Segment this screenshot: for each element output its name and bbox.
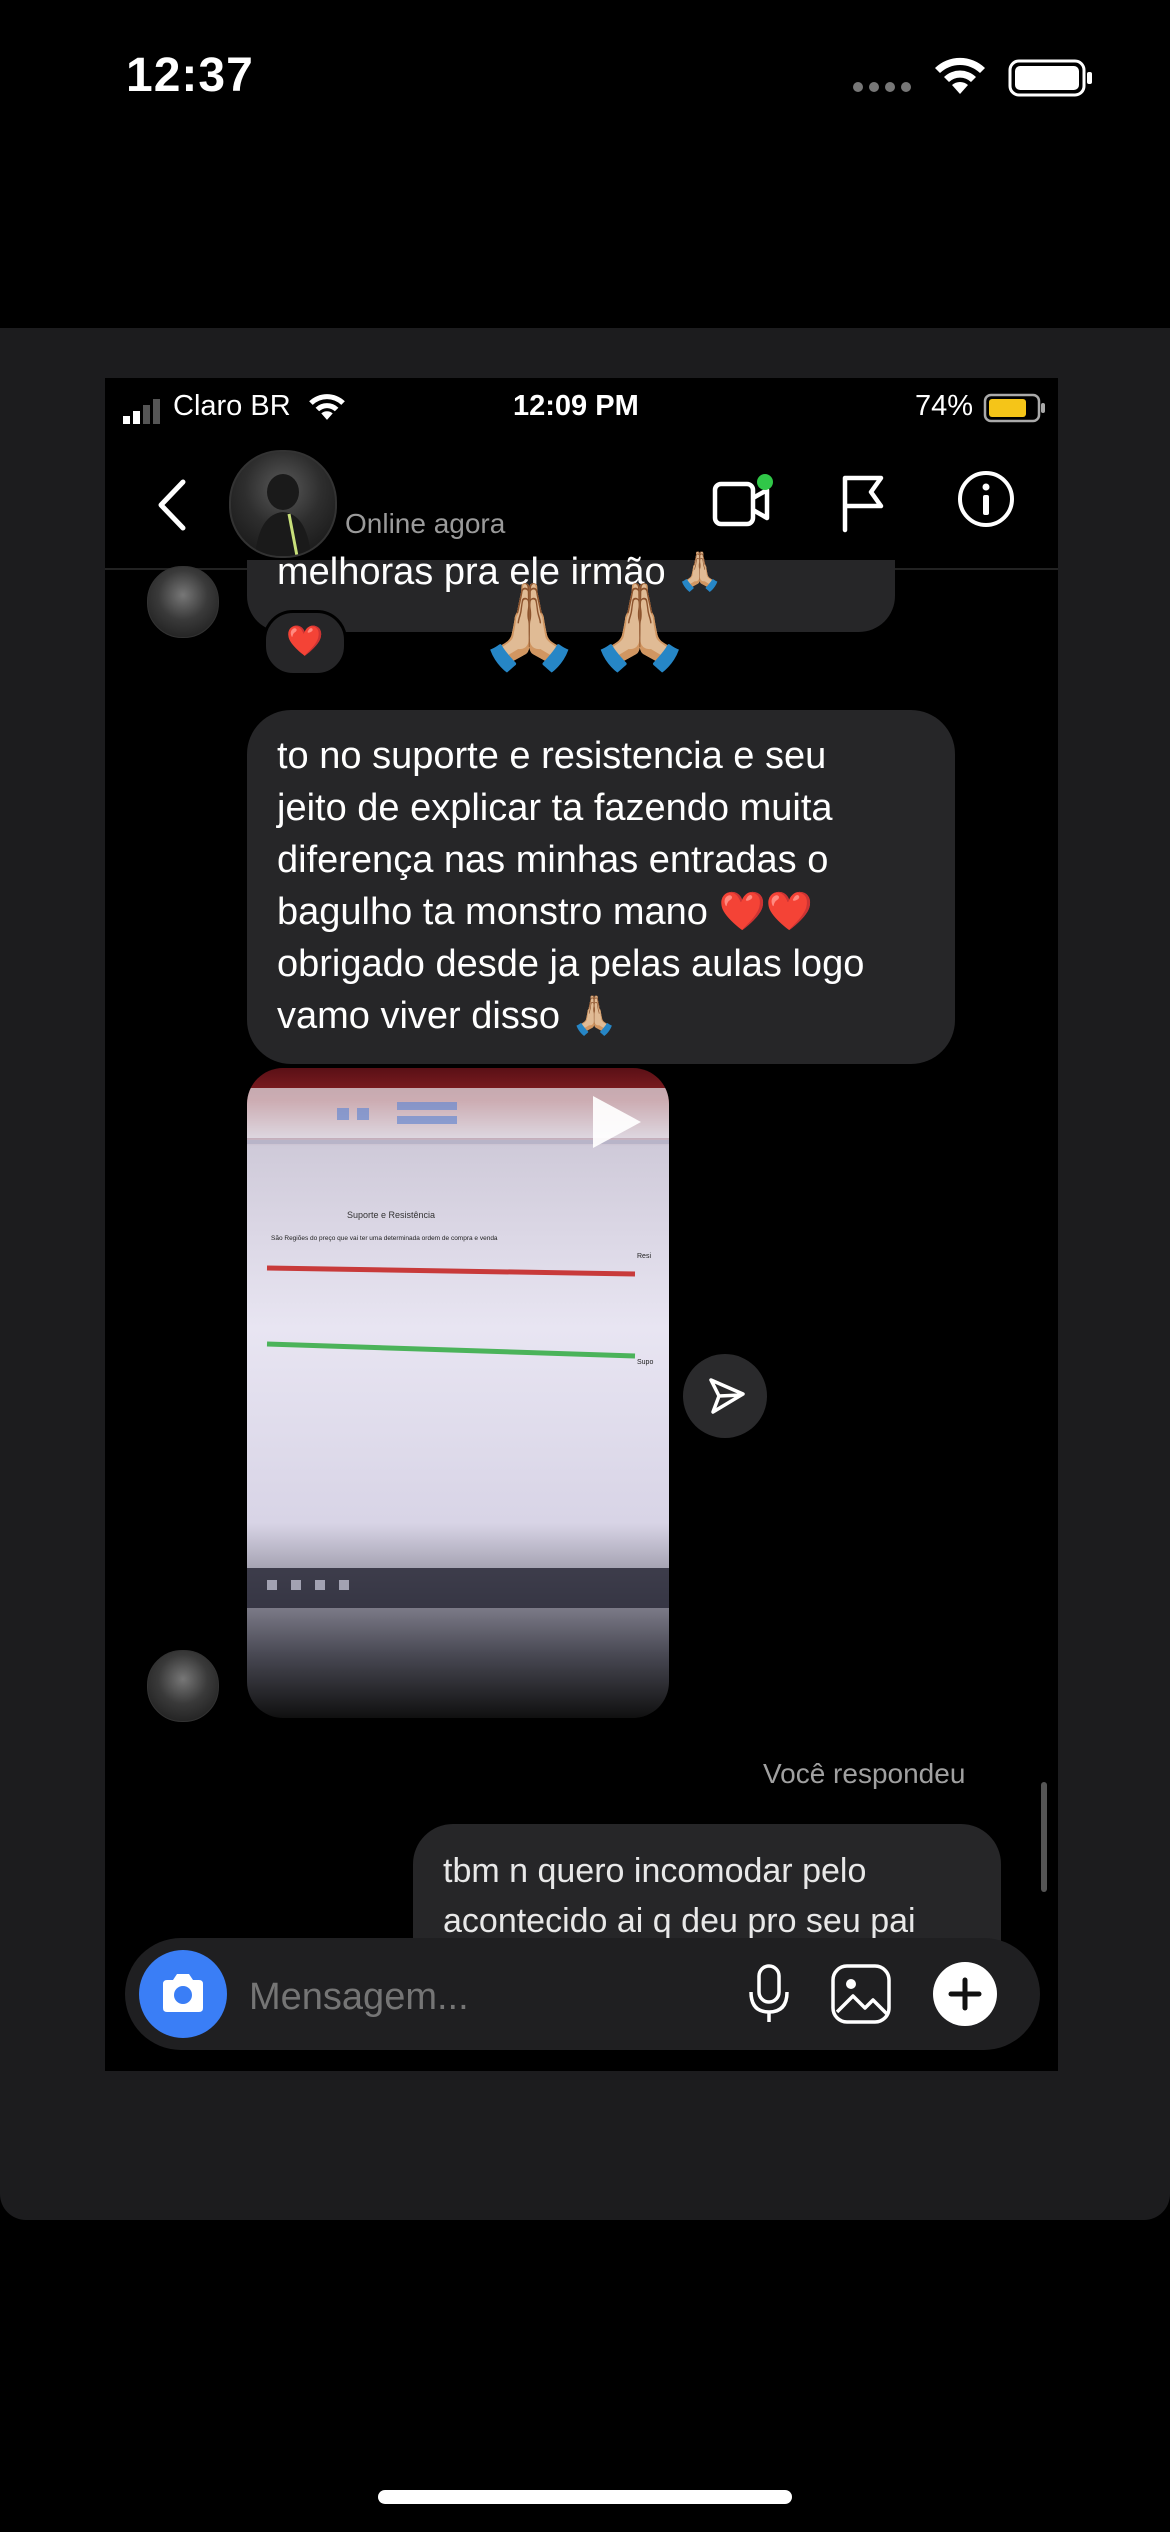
home-indicator[interactable] [378,2490,792,2504]
message-text: to no suporte e resistencia e seu jeito … [277,735,865,1037]
wifi-icon [309,394,345,420]
contact-avatar[interactable] [229,450,337,558]
plus-button[interactable] [933,1962,997,2026]
online-status: Online agora [345,508,506,539]
chat-screenshot: Claro BR 12:09 PM 74% Online agora melho… [105,378,1058,2071]
replied-label: Você respondeu [763,1758,966,1789]
info-icon[interactable] [955,468,1017,530]
video-frame: Suporte e Resistência São Regiões do pre… [247,1088,669,1608]
video-call-icon[interactable] [709,468,779,538]
sender-avatar[interactable] [147,1650,219,1722]
play-icon[interactable] [585,1092,645,1152]
battery-percentage: 74% [915,390,974,422]
sender-avatar[interactable] [147,566,219,638]
video-message-thumbnail[interactable]: Suporte e Resistência São Regiões do pre… [247,1068,669,1718]
profile-photo [255,474,311,556]
camera-button[interactable] [139,1950,227,2038]
wifi-icon [935,57,985,94]
carrier-label: Claro BR [173,390,291,422]
heart-reaction-icon[interactable]: ❤️ [263,610,347,676]
support-label: Supo [637,1359,653,1366]
inner-clock: 12:09 PM [513,390,639,422]
scrollbar[interactable] [1041,1782,1047,1892]
video-title: Suporte e Resistência [347,1210,435,1220]
device-clock: 12:37 [126,49,254,102]
back-icon[interactable] [141,470,201,540]
gallery-icon[interactable] [829,1962,893,2026]
send-icon [709,1378,745,1414]
share-button[interactable] [683,1354,767,1438]
emoji-message[interactable]: 🙏🏼🙏🏼 [477,576,698,676]
plus-icon [948,1977,982,2011]
camera-icon [163,1974,203,2012]
message-text: tbm n quero incomodar pelo acontecido ai… [443,1852,916,1940]
message-input[interactable] [249,1972,689,2022]
battery-icon [983,393,1045,423]
cellular-dots-icon [853,82,915,92]
mic-icon[interactable] [739,1962,799,2026]
flag-icon[interactable] [833,468,893,538]
resistance-label: Resi [637,1253,651,1260]
battery-icon [1008,59,1092,97]
video-subtitle: São Regiões do preço que vai ter uma det… [271,1235,498,1242]
signal-icon [123,399,160,424]
